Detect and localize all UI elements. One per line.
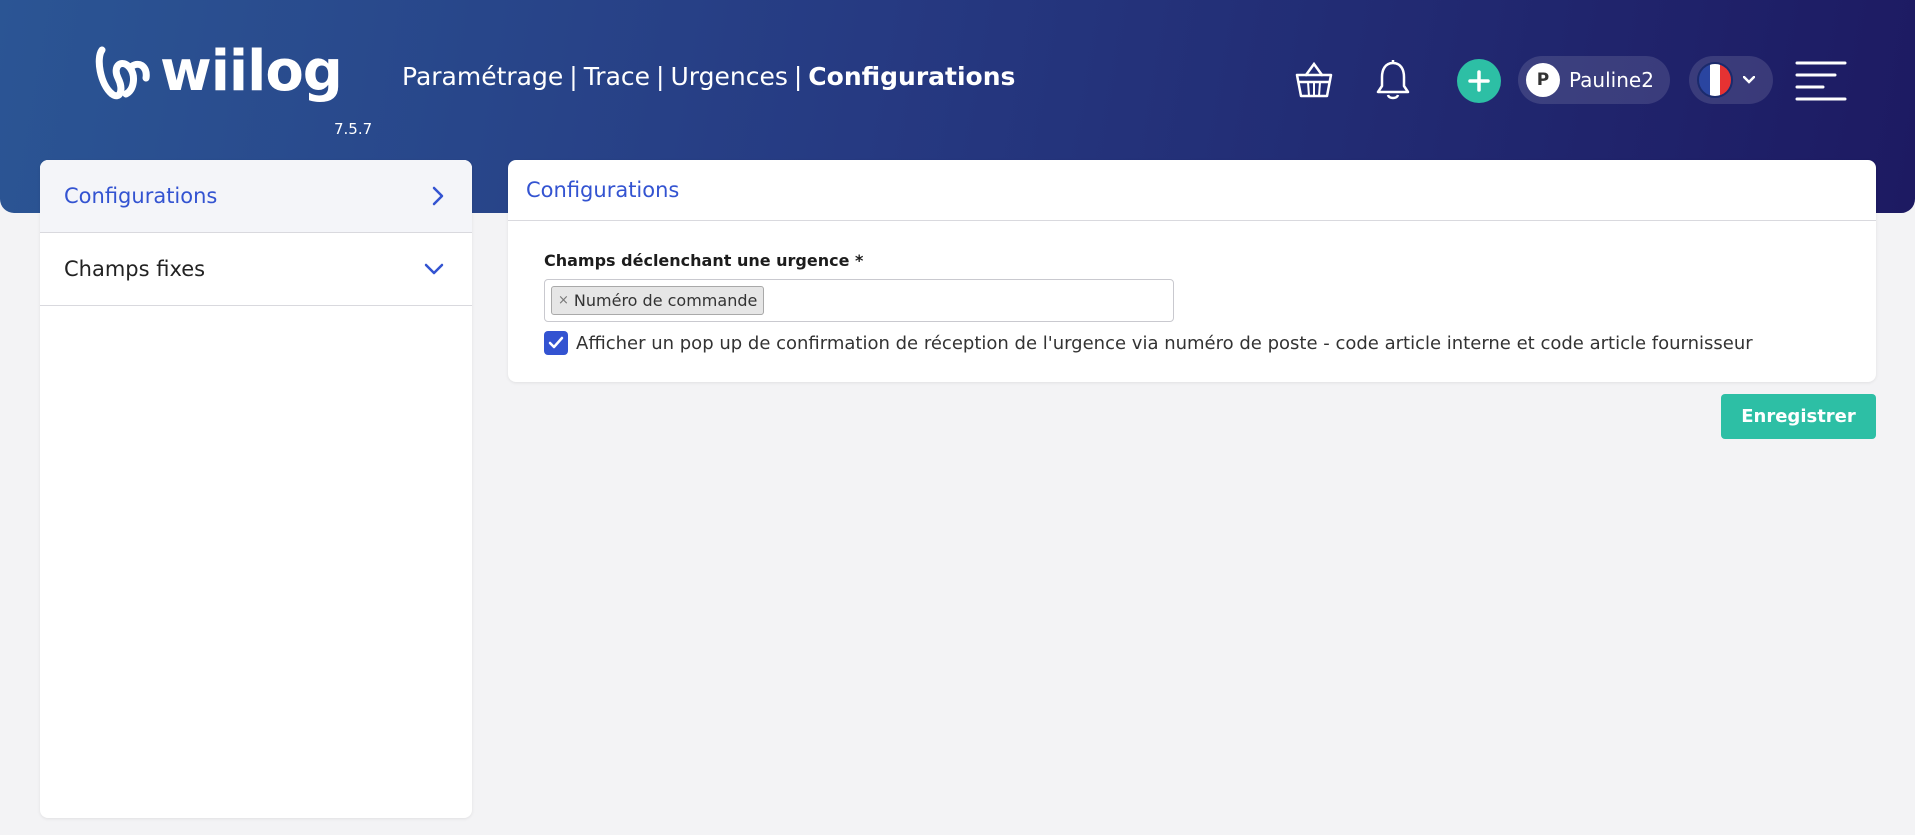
sidebar-item-champs-fixes[interactable]: Champs fixes	[40, 233, 472, 306]
basket-button[interactable]	[1292, 60, 1336, 100]
french-flag-icon	[1697, 62, 1733, 98]
remove-tag-icon[interactable]: ×	[558, 293, 569, 308]
check-icon	[548, 336, 564, 349]
wiilog-logo[interactable]: wiilog	[92, 39, 343, 104]
popup-confirmation-checkbox[interactable]	[544, 331, 568, 355]
breadcrumb-separator: |	[656, 62, 665, 91]
plus-icon	[1468, 70, 1490, 92]
popup-confirmation-label[interactable]: Afficher un pop up de confirmation de ré…	[576, 333, 1753, 354]
menu-icon	[1795, 61, 1847, 101]
breadcrumb-item-trace[interactable]: Trace	[584, 62, 650, 91]
logo-mark-icon	[95, 46, 150, 100]
urgence-fields-label: Champs déclenchant une urgence *	[544, 251, 864, 270]
tag-label: Numéro de commande	[573, 291, 758, 310]
selected-tag: × Numéro de commande	[551, 286, 765, 315]
popup-confirmation-row: Afficher un pop up de confirmation de ré…	[544, 331, 1753, 355]
user-name: Pauline2	[1569, 68, 1654, 92]
app-version: 7.5.7	[334, 120, 373, 138]
chevron-right-icon	[432, 186, 444, 206]
breadcrumb: Paramétrage | Trace | Urgences | Configuration…	[402, 62, 1015, 91]
configurations-card: Configurations Champs déclenchant une ur…	[508, 160, 1876, 382]
sidebar-item-configurations[interactable]: Configurations	[40, 160, 472, 233]
sidebar-item-label: Configurations	[64, 184, 218, 208]
chevron-down-icon	[1743, 76, 1755, 84]
breadcrumb-item-urgences[interactable]: Urgences	[670, 62, 787, 91]
menu-button[interactable]	[1795, 60, 1847, 102]
chevron-down-icon	[424, 263, 444, 275]
urgence-fields-select[interactable]: × Numéro de commande	[544, 279, 1174, 322]
sidebar-item-label: Champs fixes	[64, 257, 206, 281]
quick-add-button[interactable]	[1457, 59, 1501, 103]
breadcrumb-separator: |	[793, 62, 803, 91]
sidebar: Configurations Champs fixes	[40, 160, 472, 818]
save-button[interactable]: Enregistrer	[1721, 394, 1876, 439]
logo-text: wiilog	[160, 39, 343, 104]
breadcrumb-current: Configurations	[808, 62, 1016, 91]
basket-icon	[1295, 61, 1333, 98]
breadcrumb-item-parametrage[interactable]: Paramétrage	[402, 62, 563, 91]
card-title: Configurations	[508, 160, 1876, 221]
language-selector[interactable]	[1689, 56, 1773, 104]
avatar: P	[1526, 63, 1560, 97]
bell-icon	[1376, 60, 1410, 100]
breadcrumb-separator: |	[569, 62, 578, 91]
user-menu[interactable]: P Pauline2	[1518, 56, 1670, 104]
notifications-button[interactable]	[1373, 58, 1413, 102]
